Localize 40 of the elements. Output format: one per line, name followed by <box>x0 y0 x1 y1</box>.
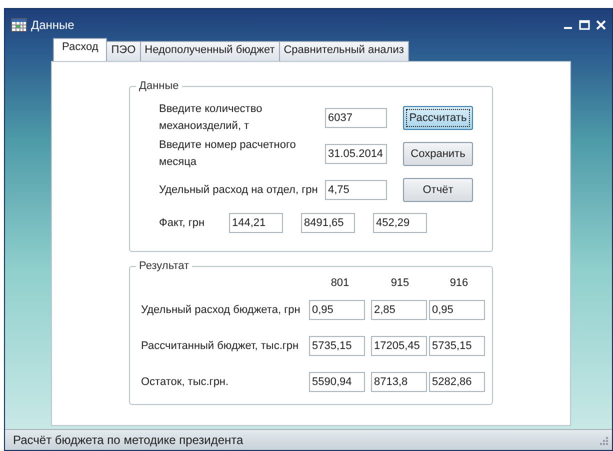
input-field[interactable]: 17205,45 <box>371 336 427 356</box>
input-field[interactable]: 144,21 <box>229 213 283 233</box>
column-header: 801 <box>330 277 350 289</box>
tab[interactable]: Сравнительный анализ <box>278 41 409 61</box>
field-label: Факт, грн <box>159 217 206 229</box>
input-field[interactable]: 5735,15 <box>309 336 365 356</box>
field-label: Введите количество механоизделий, т <box>159 102 264 134</box>
input-field[interactable]: 0,95 <box>309 300 365 320</box>
input-field[interactable]: 8491,65 <box>301 213 355 233</box>
field-label: Удельный расход бюджета, грн <box>141 304 302 316</box>
field-label: Удельный расход на отдел, грн <box>159 182 319 198</box>
tab[interactable]: ПЭО <box>106 41 141 61</box>
action-button[interactable]: Отчёт <box>403 178 473 202</box>
group-title: Данные <box>138 80 180 92</box>
field-label: Введите номер расчетного месяца <box>159 138 297 170</box>
input-field[interactable]: 5735,15 <box>429 336 485 356</box>
input-field[interactable]: 4,75 <box>325 180 387 200</box>
window-title: Данные <box>31 18 74 32</box>
input-field[interactable]: 5590,94 <box>309 372 365 392</box>
tab[interactable]: Недополученный бюджет <box>140 41 280 61</box>
close-icon[interactable] <box>596 20 606 30</box>
action-button[interactable]: Рассчитать <box>403 106 473 130</box>
field-label: Остаток, тыс.грн. <box>141 376 230 388</box>
input-field[interactable]: 2,85 <box>371 300 427 320</box>
input-field[interactable]: 452,29 <box>373 213 427 233</box>
group-title: Результат <box>138 260 190 272</box>
input-field[interactable]: 0,95 <box>429 300 485 320</box>
column-header: 915 <box>390 277 410 289</box>
resize-grip-icon[interactable] <box>598 435 608 445</box>
field-label: Рассчитанный бюджет, тыс.грн <box>141 340 300 352</box>
action-button[interactable]: Сохранить <box>403 142 473 166</box>
input-field[interactable]: 8713,8 <box>371 372 427 392</box>
input-field[interactable]: 31.05.2014 <box>325 144 387 164</box>
grid-icon <box>11 18 27 32</box>
tab[interactable]: Расход <box>53 38 108 61</box>
input-field[interactable]: 5282,86 <box>429 372 485 392</box>
maximize-icon[interactable] <box>579 20 590 30</box>
input-field[interactable]: 6037 <box>325 108 387 128</box>
status-text: Расчёт бюджета по методике президента <box>13 433 244 447</box>
column-header: 916 <box>448 277 470 289</box>
